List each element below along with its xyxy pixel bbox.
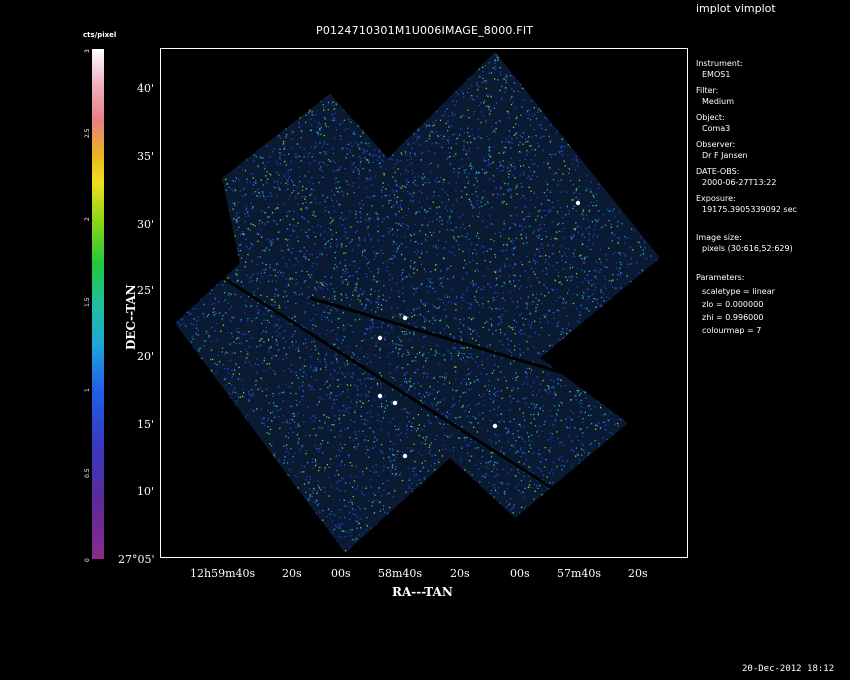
app-title: implot vimplot	[696, 2, 776, 15]
y-tick-label: 20'	[137, 350, 155, 363]
info-label: Image size:	[696, 233, 742, 242]
info-value: 2000-06-27T13:22	[702, 178, 777, 187]
info-label: Filter:	[696, 86, 719, 95]
plot-title: P0124710301M1U006IMAGE_8000.FIT	[316, 24, 534, 37]
colorbar-tick: 1	[84, 388, 91, 392]
y-tick-label: 40'	[137, 82, 155, 95]
x-tick-label: 58m40s	[378, 567, 423, 580]
y-tick-label: 25'	[137, 284, 155, 297]
y-tick-label: 27°05'	[118, 553, 155, 566]
colorbar	[92, 49, 104, 559]
info-filter: Filter: Medium	[696, 85, 734, 107]
info-label: DATE-OBS:	[696, 167, 740, 176]
x-tick-label: 57m40s	[557, 567, 602, 580]
y-tick-label: 30'	[137, 218, 155, 231]
info-instrument: Instrument: EMOS1	[696, 58, 743, 80]
y-tick-label: 10'	[137, 485, 155, 498]
info-value: zhi = 0.996000	[702, 313, 764, 322]
x-tick-label: 00s	[331, 567, 351, 580]
colorbar-tick: 0	[84, 558, 91, 562]
info-value: colourmap = 7	[702, 326, 762, 335]
info-image-size: Image size: pixels (30:616,52:629)	[696, 232, 793, 254]
info-date-obs: DATE-OBS: 2000-06-27T13:22	[696, 166, 776, 188]
timestamp: 20-Dec-2012 18:12	[742, 664, 835, 674]
info-value: Medium	[702, 97, 734, 106]
info-label: Observer:	[696, 140, 736, 149]
x-tick-label: 20s	[450, 567, 470, 580]
info-value: 19175.3905339092 sec	[702, 205, 797, 214]
plot-frame	[160, 48, 688, 558]
info-object: Object: Coma3	[696, 112, 730, 134]
info-label: Object:	[696, 113, 725, 122]
y-tick-label: 35'	[137, 150, 155, 163]
colorbar-tick: 3	[84, 49, 91, 53]
colorbar-tick: 2	[84, 217, 91, 221]
info-value: pixels (30:616,52:629)	[702, 244, 793, 253]
info-value: Dr F Jansen	[702, 151, 748, 160]
x-tick-label: 20s	[282, 567, 302, 580]
info-value: zlo = 0.000000	[702, 300, 764, 309]
x-axis-label: RA---TAN	[392, 585, 453, 599]
info-label: Exposure:	[696, 194, 736, 203]
info-label: Parameters:	[696, 273, 745, 282]
info-exposure: Exposure: 19175.3905339092 sec	[696, 193, 797, 215]
info-value: Coma3	[702, 124, 731, 133]
x-tick-label: 12h59m40s	[190, 567, 256, 580]
y-tick-label: 15'	[137, 418, 155, 431]
info-label: Instrument:	[696, 59, 743, 68]
colorbar-tick: 0.5	[84, 468, 91, 478]
x-tick-label: 00s	[510, 567, 530, 580]
info-value: scaletype = linear	[702, 287, 775, 296]
y-axis-label: DEC--TAN	[124, 284, 138, 350]
info-value: EMOS1	[702, 70, 731, 79]
x-tick-label: 20s	[628, 567, 648, 580]
info-observer: Observer: Dr F Jansen	[696, 139, 748, 161]
colorbar-tick: 2.5	[84, 128, 91, 138]
info-parameters: Parameters: scaletype = linear zlo = 0.0…	[696, 272, 775, 336]
colorbar-unit-label: cts/pixel	[83, 31, 117, 39]
colorbar-tick: 1.5	[84, 297, 91, 307]
